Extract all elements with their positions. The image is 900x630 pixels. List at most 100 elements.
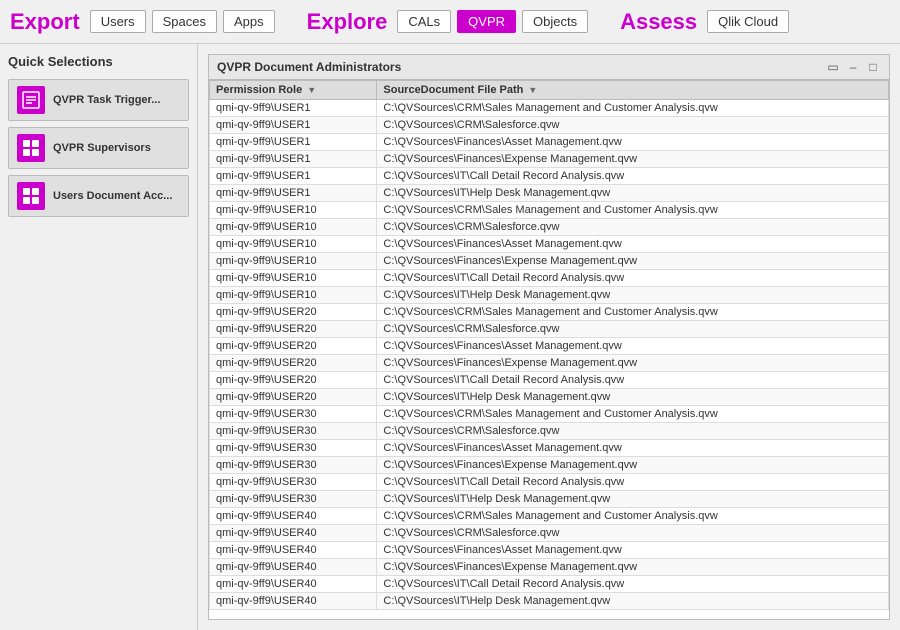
qvpr-header-icons: ▭ – □ <box>825 59 881 75</box>
cell-source-path: C:\QVSources\CRM\Salesforce.qvw <box>377 423 889 440</box>
table-row[interactable]: qmi-qv-9ff9\USER1C:\QVSources\IT\Help De… <box>210 185 889 202</box>
nav-qlikcloud-button[interactable]: Qlik Cloud <box>707 10 789 33</box>
table-row[interactable]: qmi-qv-9ff9\USER20C:\QVSources\Finances\… <box>210 338 889 355</box>
cell-permission-role: qmi-qv-9ff9\USER30 <box>210 423 377 440</box>
users-document-acc-label: Users Document Acc... <box>53 190 172 202</box>
resize-icon[interactable]: ▭ <box>825 59 841 75</box>
table-row[interactable]: qmi-qv-9ff9\USER30C:\QVSources\CRM\Sales… <box>210 406 889 423</box>
top-nav: Export Users Spaces Apps Explore CALs QV… <box>0 0 900 44</box>
qvpr-panel-header: QVPR Document Administrators ▭ – □ <box>209 55 889 80</box>
table-row[interactable]: qmi-qv-9ff9\USER10C:\QVSources\IT\Help D… <box>210 287 889 304</box>
table-row[interactable]: qmi-qv-9ff9\USER10C:\QVSources\CRM\Sales… <box>210 202 889 219</box>
table-row[interactable]: qmi-qv-9ff9\USER1C:\QVSources\CRM\Sales … <box>210 100 889 117</box>
maximize-icon[interactable]: □ <box>865 59 881 75</box>
cell-source-path: C:\QVSources\Finances\Expense Management… <box>377 559 889 576</box>
nav-qvpr-button[interactable]: QVPR <box>457 10 516 33</box>
table-row[interactable]: qmi-qv-9ff9\USER1C:\QVSources\Finances\A… <box>210 134 889 151</box>
cell-source-path: C:\QVSources\IT\Call Detail Record Analy… <box>377 168 889 185</box>
cell-permission-role: qmi-qv-9ff9\USER10 <box>210 219 377 236</box>
nav-spaces-button[interactable]: Spaces <box>152 10 217 33</box>
cell-permission-role: qmi-qv-9ff9\USER10 <box>210 236 377 253</box>
cell-permission-role: qmi-qv-9ff9\USER20 <box>210 304 377 321</box>
table-row[interactable]: qmi-qv-9ff9\USER20C:\QVSources\CRM\Sales… <box>210 321 889 338</box>
cell-source-path: C:\QVSources\IT\Help Desk Management.qvw <box>377 185 889 202</box>
minimize-icon[interactable]: – <box>845 59 861 75</box>
table-row[interactable]: qmi-qv-9ff9\USER20C:\QVSources\Finances\… <box>210 355 889 372</box>
cell-source-path: C:\QVSources\Finances\Asset Management.q… <box>377 542 889 559</box>
table-row[interactable]: qmi-qv-9ff9\USER10C:\QVSources\Finances\… <box>210 253 889 270</box>
cell-permission-role: qmi-qv-9ff9\USER40 <box>210 525 377 542</box>
cell-source-path: C:\QVSources\CRM\Sales Management and Cu… <box>377 508 889 525</box>
cell-source-path: C:\QVSources\Finances\Expense Management… <box>377 151 889 168</box>
cell-source-path: C:\QVSources\IT\Call Detail Record Analy… <box>377 576 889 593</box>
cell-permission-role: qmi-qv-9ff9\USER1 <box>210 185 377 202</box>
cell-source-path: C:\QVSources\Finances\Asset Management.q… <box>377 236 889 253</box>
cell-permission-role: qmi-qv-9ff9\USER10 <box>210 253 377 270</box>
table-row[interactable]: qmi-qv-9ff9\USER40C:\QVSources\Finances\… <box>210 542 889 559</box>
nav-cals-button[interactable]: CALs <box>397 10 451 33</box>
cell-permission-role: qmi-qv-9ff9\USER20 <box>210 389 377 406</box>
sidebar-item-qvpr-task-trigger[interactable]: QVPR Task Trigger... <box>8 79 189 121</box>
cell-source-path: C:\QVSources\CRM\Salesforce.qvw <box>377 321 889 338</box>
sort-icon-source: ▼ <box>528 85 537 95</box>
cell-permission-role: qmi-qv-9ff9\USER40 <box>210 559 377 576</box>
table-row[interactable]: qmi-qv-9ff9\USER40C:\QVSources\IT\Call D… <box>210 576 889 593</box>
cell-permission-role: qmi-qv-9ff9\USER1 <box>210 100 377 117</box>
table-scroll-area[interactable]: Permission Role ▼ SourceDocument File Pa… <box>209 80 889 619</box>
cell-source-path: C:\QVSources\CRM\Salesforce.qvw <box>377 117 889 134</box>
qvpr-supervisors-icon <box>17 134 45 162</box>
table-row[interactable]: qmi-qv-9ff9\USER40C:\QVSources\IT\Help D… <box>210 593 889 610</box>
table-row[interactable]: qmi-qv-9ff9\USER30C:\QVSources\IT\Call D… <box>210 474 889 491</box>
cell-permission-role: qmi-qv-9ff9\USER30 <box>210 457 377 474</box>
cell-source-path: C:\QVSources\Finances\Expense Management… <box>377 457 889 474</box>
sidebar-item-qvpr-supervisors[interactable]: QVPR Supervisors <box>8 127 189 169</box>
export-title: Export <box>10 9 80 35</box>
table-row[interactable]: qmi-qv-9ff9\USER40C:\QVSources\CRM\Sales… <box>210 508 889 525</box>
col-header-permission-role[interactable]: Permission Role ▼ <box>210 81 377 100</box>
table-row[interactable]: qmi-qv-9ff9\USER10C:\QVSources\Finances\… <box>210 236 889 253</box>
cell-permission-role: qmi-qv-9ff9\USER30 <box>210 406 377 423</box>
data-table: Permission Role ▼ SourceDocument File Pa… <box>209 80 889 610</box>
cell-permission-role: qmi-qv-9ff9\USER1 <box>210 117 377 134</box>
qvpr-panel-title: QVPR Document Administrators <box>217 60 819 74</box>
table-row[interactable]: qmi-qv-9ff9\USER1C:\QVSources\Finances\E… <box>210 151 889 168</box>
main-layout: Quick Selections QVPR Task Trigger... <box>0 44 900 630</box>
col-header-source-path[interactable]: SourceDocument File Path ▼ <box>377 81 889 100</box>
cell-source-path: C:\QVSources\IT\Help Desk Management.qvw <box>377 287 889 304</box>
table-row[interactable]: qmi-qv-9ff9\USER30C:\QVSources\CRM\Sales… <box>210 423 889 440</box>
cell-permission-role: qmi-qv-9ff9\USER1 <box>210 168 377 185</box>
cell-source-path: C:\QVSources\Finances\Asset Management.q… <box>377 134 889 151</box>
cell-source-path: C:\QVSources\IT\Help Desk Management.qvw <box>377 491 889 508</box>
table-row[interactable]: qmi-qv-9ff9\USER1C:\QVSources\CRM\Salesf… <box>210 117 889 134</box>
sidebar: Quick Selections QVPR Task Trigger... <box>0 44 198 630</box>
qvpr-task-trigger-label: QVPR Task Trigger... <box>53 94 160 106</box>
cell-permission-role: qmi-qv-9ff9\USER10 <box>210 270 377 287</box>
cell-permission-role: qmi-qv-9ff9\USER40 <box>210 508 377 525</box>
table-row[interactable]: qmi-qv-9ff9\USER40C:\QVSources\CRM\Sales… <box>210 525 889 542</box>
nav-users-button[interactable]: Users <box>90 10 146 33</box>
sort-icon-permission: ▼ <box>307 85 316 95</box>
cell-source-path: C:\QVSources\Finances\Asset Management.q… <box>377 338 889 355</box>
table-row[interactable]: qmi-qv-9ff9\USER30C:\QVSources\Finances\… <box>210 440 889 457</box>
cell-source-path: C:\QVSources\Finances\Expense Management… <box>377 253 889 270</box>
table-row[interactable]: qmi-qv-9ff9\USER10C:\QVSources\IT\Call D… <box>210 270 889 287</box>
qvpr-panel: QVPR Document Administrators ▭ – □ Permi… <box>208 54 890 620</box>
cell-permission-role: qmi-qv-9ff9\USER30 <box>210 491 377 508</box>
table-row[interactable]: qmi-qv-9ff9\USER20C:\QVSources\CRM\Sales… <box>210 304 889 321</box>
table-row[interactable]: qmi-qv-9ff9\USER40C:\QVSources\Finances\… <box>210 559 889 576</box>
cell-source-path: C:\QVSources\CRM\Sales Management and Cu… <box>377 100 889 117</box>
table-row[interactable]: qmi-qv-9ff9\USER10C:\QVSources\CRM\Sales… <box>210 219 889 236</box>
cell-permission-role: qmi-qv-9ff9\USER1 <box>210 134 377 151</box>
table-row[interactable]: qmi-qv-9ff9\USER1C:\QVSources\IT\Call De… <box>210 168 889 185</box>
cell-source-path: C:\QVSources\Finances\Asset Management.q… <box>377 440 889 457</box>
nav-objects-button[interactable]: Objects <box>522 10 588 33</box>
table-row[interactable]: qmi-qv-9ff9\USER20C:\QVSources\IT\Call D… <box>210 372 889 389</box>
nav-apps-button[interactable]: Apps <box>223 10 275 33</box>
sidebar-item-users-document-acc[interactable]: Users Document Acc... <box>8 175 189 217</box>
sidebar-title: Quick Selections <box>8 54 189 69</box>
qvpr-supervisors-label: QVPR Supervisors <box>53 142 151 154</box>
table-row[interactable]: qmi-qv-9ff9\USER30C:\QVSources\Finances\… <box>210 457 889 474</box>
table-row[interactable]: qmi-qv-9ff9\USER30C:\QVSources\IT\Help D… <box>210 491 889 508</box>
table-row[interactable]: qmi-qv-9ff9\USER20C:\QVSources\IT\Help D… <box>210 389 889 406</box>
cell-source-path: C:\QVSources\CRM\Sales Management and Cu… <box>377 406 889 423</box>
